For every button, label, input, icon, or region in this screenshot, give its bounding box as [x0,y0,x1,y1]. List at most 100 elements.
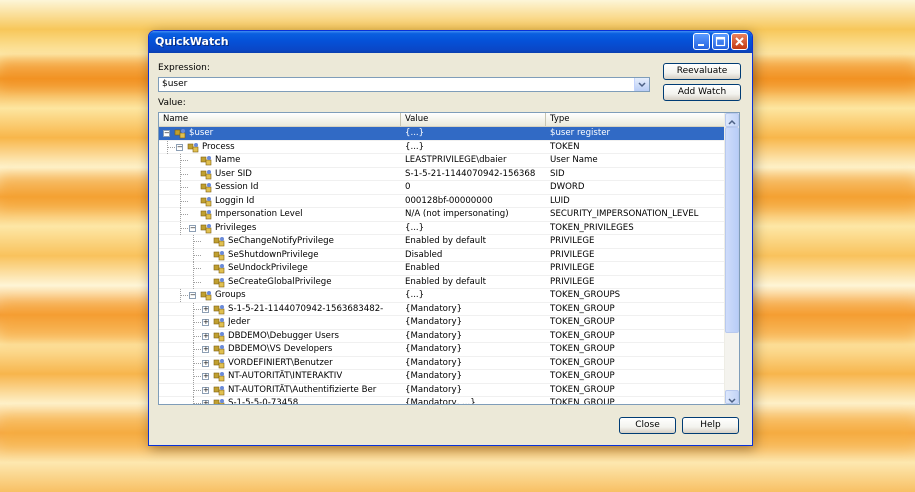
expression-combobox[interactable]: $user [158,77,650,92]
maximize-button[interactable] [712,33,729,50]
scroll-down-button[interactable] [725,390,739,404]
title-bar[interactable]: QuickWatch [149,31,752,53]
cell-name: Jeder [228,317,251,327]
cell-name: DBDEMO\Debugger Users [228,330,339,341]
expand-toggle[interactable]: + [202,400,209,404]
cell-value[interactable]: Enabled by default [405,235,543,248]
tree-row[interactable]: Session Id 0 DWORD [159,181,726,195]
expand-toggle[interactable]: + [202,319,209,326]
cell-name: S-1-5-5-0-73458 [228,398,299,405]
tree-connector [193,356,194,370]
tree-row[interactable]: SeCreateGlobalPrivilege Enabled by defaul… [159,275,726,289]
cell-value[interactable]: {...} [405,289,543,302]
tree-row[interactable]: + S-1-5-21-1144070942-1563683482- {Mandato… [159,302,726,316]
minimize-button[interactable] [693,33,710,50]
cell-name: Session Id [215,182,259,192]
collapse-toggle[interactable]: − [189,224,196,232]
tree-row[interactable]: SeChangeNotifyPrivilege Enabled by defaul… [159,235,726,249]
cell-value[interactable]: {Mandatory} [405,384,543,397]
cell-value[interactable]: LEASTPRIVILEGE\dbaier [405,154,543,167]
tree-row[interactable]: + Jeder {Mandatory} TOKEN_GROUP [159,316,726,330]
property-icon [213,304,225,314]
tree-row[interactable]: + S-1-5-5-0-73458 {Mandatory, ...} TOKEN_GR… [159,397,726,405]
property-icon [213,399,225,404]
cell-value[interactable]: N/A (not impersonating) [405,208,543,221]
cell-name: Impersonation Level [215,209,303,219]
close-window-button[interactable] [731,33,748,50]
cell-type: DWORD [550,182,585,192]
tree-row[interactable]: − Groups {...} TOKEN_GROUPS [159,289,726,303]
tree-row[interactable]: − Process {...} TOKEN [159,140,726,154]
tree-row[interactable]: Impersonation Level N/A (not impersonatin… [159,208,726,222]
close-button[interactable]: Close [619,417,676,434]
tree-connector [193,268,201,269]
vertical-scrollbar[interactable] [724,113,739,404]
grid-header: Name Value Type [159,113,726,127]
cell-value[interactable]: {...} [405,127,543,140]
tree-row[interactable]: User SID S-1-5-21-1144070942-156368 SID [159,167,726,181]
cell-type: LUID [550,195,570,206]
tree-connector [180,181,181,194]
tree-row[interactable]: Loggin Id 000128bf-00000000 LUID [159,194,726,208]
cell-value[interactable]: Enabled by default [405,276,543,289]
column-header-type[interactable]: Type [546,113,726,126]
column-header-value[interactable]: Value [401,113,546,126]
cell-value[interactable]: {Mandatory, ...} [405,397,543,404]
cell-value[interactable]: {Mandatory} [405,330,543,343]
tree-connector [180,160,188,161]
expression-value[interactable]: $user [162,79,187,89]
tree-connector [193,262,194,275]
cell-value[interactable]: {Mandatory} [405,370,543,383]
scroll-thumb[interactable] [725,127,739,333]
tree-connector [193,322,201,323]
add-watch-button[interactable]: Add Watch [663,84,741,101]
cell-value[interactable]: {Mandatory} [405,343,543,356]
tree-connector [180,295,188,296]
expand-toggle[interactable]: + [202,386,209,394]
expand-toggle[interactable]: + [202,332,209,340]
tree-connector [180,194,181,208]
tree-row[interactable]: + DBDEMO\VS Developers {Mandatory} TOKEN_GR… [159,343,726,357]
cell-value[interactable]: Disabled [405,249,543,262]
cell-value[interactable]: {...} [405,141,543,154]
property-icon [200,223,212,233]
value-grid[interactable]: Name Value Type − $user {...} $user registe… [158,112,740,405]
cell-value[interactable]: {Mandatory} [405,303,543,316]
tree-row[interactable]: − Privileges {...} TOKEN_PRIVILEGES [159,221,726,235]
tree-row[interactable]: SeUndockPrivilege Enabled PRIVILEGE [159,262,726,276]
cell-value[interactable]: S-1-5-21-1144070942-156368 [405,168,543,181]
tree-row[interactable]: + NT-AUTORITÄT\INTERAKTIV {Mandatory} TOKEN… [159,370,726,384]
tree-row[interactable]: Name LEASTPRIVILEGE\dbaier User Name [159,154,726,168]
cell-value[interactable]: {Mandatory} [405,316,543,329]
tree-connector [180,289,181,302]
expand-toggle[interactable]: + [202,359,209,367]
expand-toggle[interactable]: + [202,346,209,353]
tree-row[interactable]: SeShutdownPrivilege Disabled PRIVILEGE [159,248,726,262]
cell-value[interactable]: 0 [405,181,543,194]
collapse-toggle[interactable]: − [189,292,196,299]
scroll-up-button[interactable] [725,113,739,127]
quickwatch-dialog: QuickWatch Expression: $user Reevaluate … [148,30,753,446]
tree-connector [193,376,201,377]
cell-name: NT-AUTORITÄT\Authentifizierte Ber [228,384,377,395]
help-button[interactable]: Help [682,417,739,434]
expand-toggle[interactable]: + [202,373,209,380]
collapse-toggle[interactable]: − [176,143,183,151]
tree-connector [193,329,194,343]
column-header-name[interactable]: Name [159,113,401,126]
cell-value[interactable]: 000128bf-00000000 [405,195,543,208]
tree-row[interactable]: + NT-AUTORITÄT\Authentifizierte Ber {Manda… [159,383,726,397]
tree-row[interactable]: + DBDEMO\Debugger Users {Mandatory} TOKEN_G… [159,329,726,343]
tree-row[interactable]: + VORDEFINIERT\Benutzer {Mandatory} TOKEN_G… [159,356,726,370]
collapse-toggle[interactable]: − [163,130,170,137]
expression-dropdown-button[interactable] [634,78,649,91]
cell-name: DBDEMO\VS Developers [228,344,333,354]
expand-toggle[interactable]: + [202,305,209,313]
cell-value[interactable]: Enabled [405,262,543,275]
cell-value[interactable]: {Mandatory} [405,357,543,370]
cell-value[interactable]: {...} [405,222,543,235]
tree-connector [193,316,194,329]
reevaluate-button[interactable]: Reevaluate [663,63,741,80]
tree-row[interactable]: − $user {...} $user register [159,127,726,141]
tree-connector [180,221,181,235]
